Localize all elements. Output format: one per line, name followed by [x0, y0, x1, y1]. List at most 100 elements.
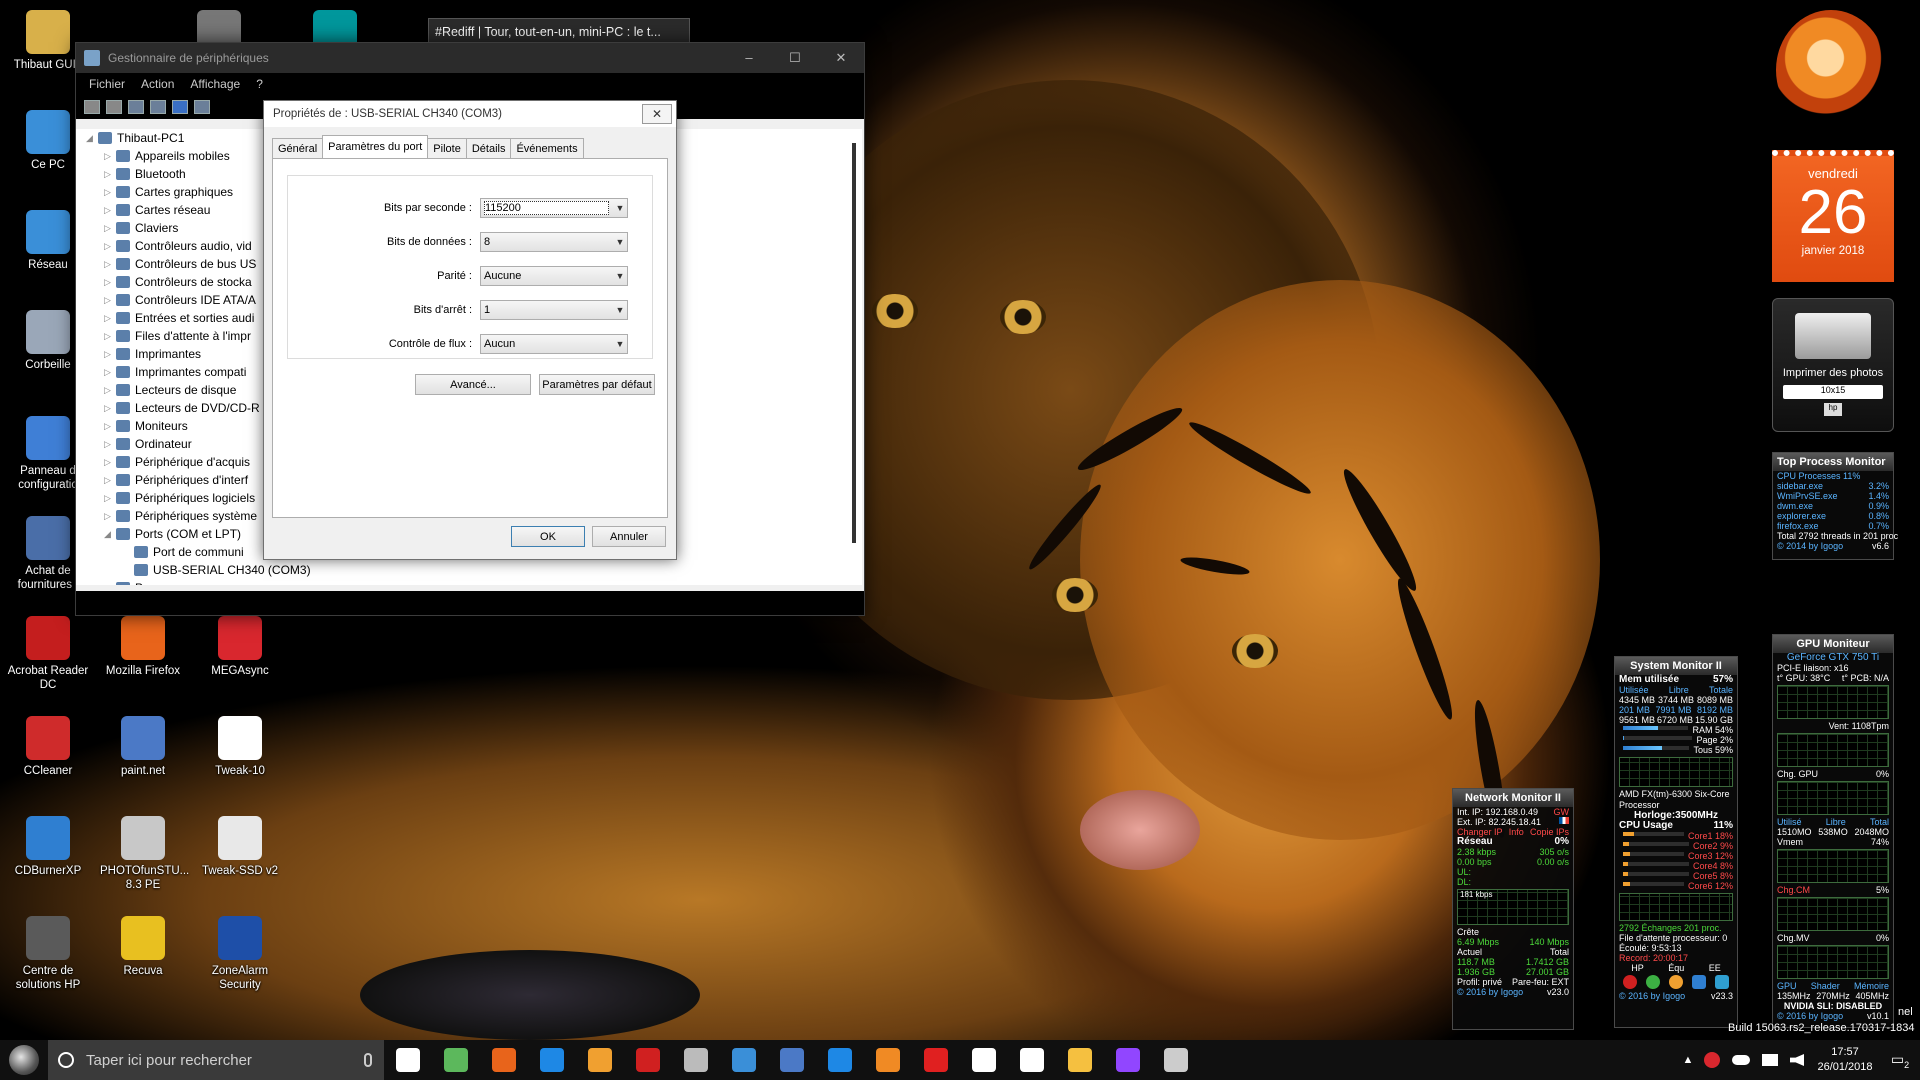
chevron-right-icon[interactable]: ▷	[104, 223, 116, 234]
taskbar-app-button[interactable]	[672, 1040, 720, 1080]
tab-port-settings[interactable]: Paramètres du port	[322, 135, 429, 158]
taskbar-app-button[interactable]	[384, 1040, 432, 1080]
port-properties-dialog[interactable]: Propriétés de : USB-SERIAL CH340 (COM3) …	[263, 100, 677, 560]
sleep-icon[interactable]	[1668, 975, 1683, 989]
info-link[interactable]: Info	[1509, 827, 1524, 837]
top-process-monitor-gadget[interactable]: Top Process Monitor CPU Processes 11% si…	[1772, 452, 1898, 560]
power-icon[interactable]	[1623, 975, 1638, 989]
gpu-monitor-gadget[interactable]: GPU Moniteur GeForce GTX 750 Ti PCI-E li…	[1772, 634, 1894, 1028]
chevron-right-icon[interactable]: ▷	[104, 367, 116, 378]
logoff-icon[interactable]	[1691, 975, 1706, 989]
cancel-button[interactable]: Annuler	[592, 526, 666, 547]
chevron-right-icon[interactable]: ▷	[104, 511, 116, 522]
device-tree-scrollbar[interactable]	[846, 129, 862, 585]
properties-icon[interactable]	[128, 100, 144, 114]
taskbar-app-button[interactable]	[480, 1040, 528, 1080]
chevron-right-icon[interactable]: ▷	[104, 151, 116, 162]
chevron-right-icon[interactable]: ▷	[104, 385, 116, 396]
menu-help[interactable]: ?	[256, 77, 263, 91]
taskbar-app-button[interactable]	[1104, 1040, 1152, 1080]
network-tray-icon[interactable]	[1762, 1054, 1778, 1066]
dialog-titlebar[interactable]: Propriétés de : USB-SERIAL CH340 (COM3) …	[264, 101, 676, 127]
view-icon[interactable]	[194, 100, 210, 114]
chevron-right-icon[interactable]: ▷	[104, 169, 116, 180]
network-monitor-gadget[interactable]: Network Monitor II Int. IP: 192.168.0.49…	[1452, 788, 1574, 1030]
taskbar-app-button[interactable]	[1056, 1040, 1104, 1080]
gpu-footer[interactable]: © 2016 by Igogo	[1777, 1011, 1843, 1021]
taskbar-app-button[interactable]	[864, 1040, 912, 1080]
chevron-right-icon[interactable]: ▷	[104, 583, 116, 586]
tab-details[interactable]: Détails	[465, 138, 512, 158]
close-button[interactable]: ✕	[818, 50, 864, 66]
chevron-right-icon[interactable]: ▷	[104, 403, 116, 414]
menu-fichier[interactable]: Fichier	[89, 77, 125, 91]
taskbar-app-button[interactable]	[720, 1040, 768, 1080]
chevron-right-icon[interactable]: ▷	[104, 295, 116, 306]
taskbar-app-button[interactable]	[960, 1040, 1008, 1080]
parity-select[interactable]: Aucune ▼	[480, 266, 628, 286]
chevron-right-icon[interactable]: ▷	[104, 493, 116, 504]
chevron-right-icon[interactable]: ▷	[104, 457, 116, 468]
desktop-icon[interactable]: Tweak-10	[197, 716, 283, 778]
taskbar-app-button[interactable]	[816, 1040, 864, 1080]
print-photos-gadget[interactable]: Imprimer des photos 10x15 hp	[1772, 298, 1894, 432]
chevron-down-icon[interactable]: ◢	[86, 133, 98, 144]
search-box[interactable]: Taper ici pour rechercher	[48, 1040, 384, 1080]
device-manager-titlebar[interactable]: Gestionnaire de périphériques – ☐ ✕	[76, 43, 864, 73]
chevron-right-icon[interactable]: ▷	[104, 277, 116, 288]
volume-icon[interactable]	[1790, 1054, 1804, 1066]
clock[interactable]: 17:57 26/01/2018	[1810, 1045, 1880, 1075]
chevron-down-icon[interactable]: ◢	[104, 529, 116, 540]
refresh-icon[interactable]	[1646, 975, 1661, 989]
tpm-footer[interactable]: © 2014 by Igogo	[1777, 541, 1843, 551]
show-hidden-icons-icon[interactable]: ▲	[1678, 1054, 1698, 1066]
desktop-icon[interactable]: CCleaner	[5, 716, 91, 778]
tab-driver[interactable]: Pilote	[427, 138, 467, 158]
chevron-right-icon[interactable]: ▷	[104, 349, 116, 360]
ok-button[interactable]: OK	[511, 526, 585, 547]
start-button[interactable]	[0, 1040, 48, 1080]
megasync-tray-icon[interactable]	[1704, 1052, 1720, 1068]
desktop-icon[interactable]: Centre de solutions HP	[5, 916, 91, 992]
menu-affichage[interactable]: Affichage	[190, 77, 240, 91]
taskbar-app-button[interactable]	[528, 1040, 576, 1080]
update-icon[interactable]	[150, 100, 166, 114]
microphone-icon[interactable]	[364, 1053, 372, 1067]
taskbar-app-button[interactable]	[912, 1040, 960, 1080]
desktop-icon[interactable]: Mozilla Firefox	[100, 616, 186, 678]
chevron-right-icon[interactable]: ▷	[104, 331, 116, 342]
tree-item[interactable]: ▷ Processeurs	[76, 579, 846, 585]
bits-per-second-select[interactable]: 115200 ▼	[480, 198, 628, 218]
taskbar-app-button[interactable]	[1008, 1040, 1056, 1080]
chevron-right-icon[interactable]: ▷	[104, 187, 116, 198]
scrollbar-thumb[interactable]	[852, 143, 856, 543]
chevron-right-icon[interactable]: ▷	[104, 313, 116, 324]
chevron-right-icon[interactable]: ▷	[104, 259, 116, 270]
action-center-icon[interactable]: ▭2	[1880, 1051, 1920, 1070]
tab-events[interactable]: Événements	[510, 138, 584, 158]
maximize-button[interactable]: ☐	[772, 50, 818, 66]
info-icon[interactable]	[1714, 975, 1729, 989]
taskbar-app-button[interactable]	[1152, 1040, 1200, 1080]
sm-footer[interactable]: © 2016 by Igogo	[1619, 991, 1685, 1001]
minimize-button[interactable]: –	[726, 50, 772, 66]
nm-footer[interactable]: © 2016 by Igogo	[1457, 987, 1523, 997]
desktop-icon[interactable]: Tweak-SSD v2	[197, 816, 283, 878]
advanced-button[interactable]: Avancé...	[415, 374, 531, 395]
tab-general[interactable]: Général	[272, 138, 324, 158]
tree-item[interactable]: USB-SERIAL CH340 (COM3)	[76, 561, 846, 579]
taskbar-app-button[interactable]	[432, 1040, 480, 1080]
dialog-close-button[interactable]: ✕	[642, 104, 672, 124]
taskbar-app-button[interactable]	[576, 1040, 624, 1080]
chevron-right-icon[interactable]: ▷	[104, 205, 116, 216]
onedrive-icon[interactable]	[1732, 1055, 1750, 1065]
desktop-icon[interactable]: ZoneAlarm Security	[197, 916, 283, 992]
chevron-right-icon[interactable]: ▷	[104, 475, 116, 486]
calendar-gadget[interactable]: vendredi 26 janvier 2018	[1772, 150, 1894, 282]
back-arrow-icon[interactable]	[84, 100, 100, 114]
desktop-icon[interactable]: paint.net	[100, 716, 186, 778]
chevron-right-icon[interactable]: ▷	[104, 241, 116, 252]
taskbar-app-button[interactable]	[624, 1040, 672, 1080]
desktop-icon[interactable]: MEGAsync	[197, 616, 283, 678]
desktop-icon[interactable]: Recuva	[100, 916, 186, 978]
